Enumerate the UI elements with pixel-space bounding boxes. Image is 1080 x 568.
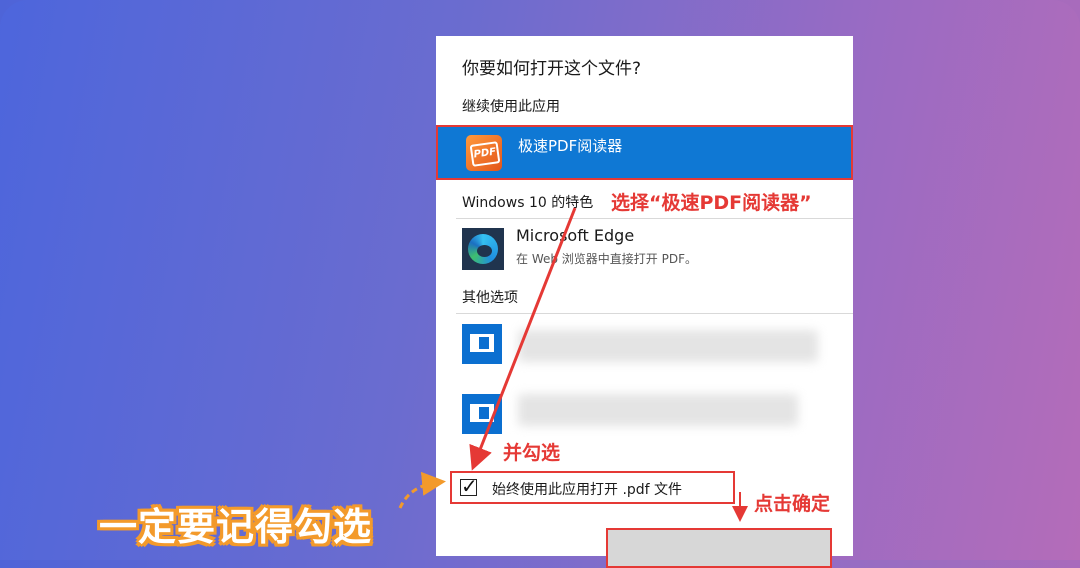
annotation-check: 并勾选 [503, 442, 561, 464]
orange-arrow [398, 471, 446, 509]
annotation-select: 选择“极速PDF阅读器” [611, 192, 812, 214]
annotation-ok: 点击确定 [754, 493, 831, 515]
arrow-to-checkbox [469, 207, 577, 471]
annotation-remember: 一定要记得勾选 [99, 505, 373, 549]
